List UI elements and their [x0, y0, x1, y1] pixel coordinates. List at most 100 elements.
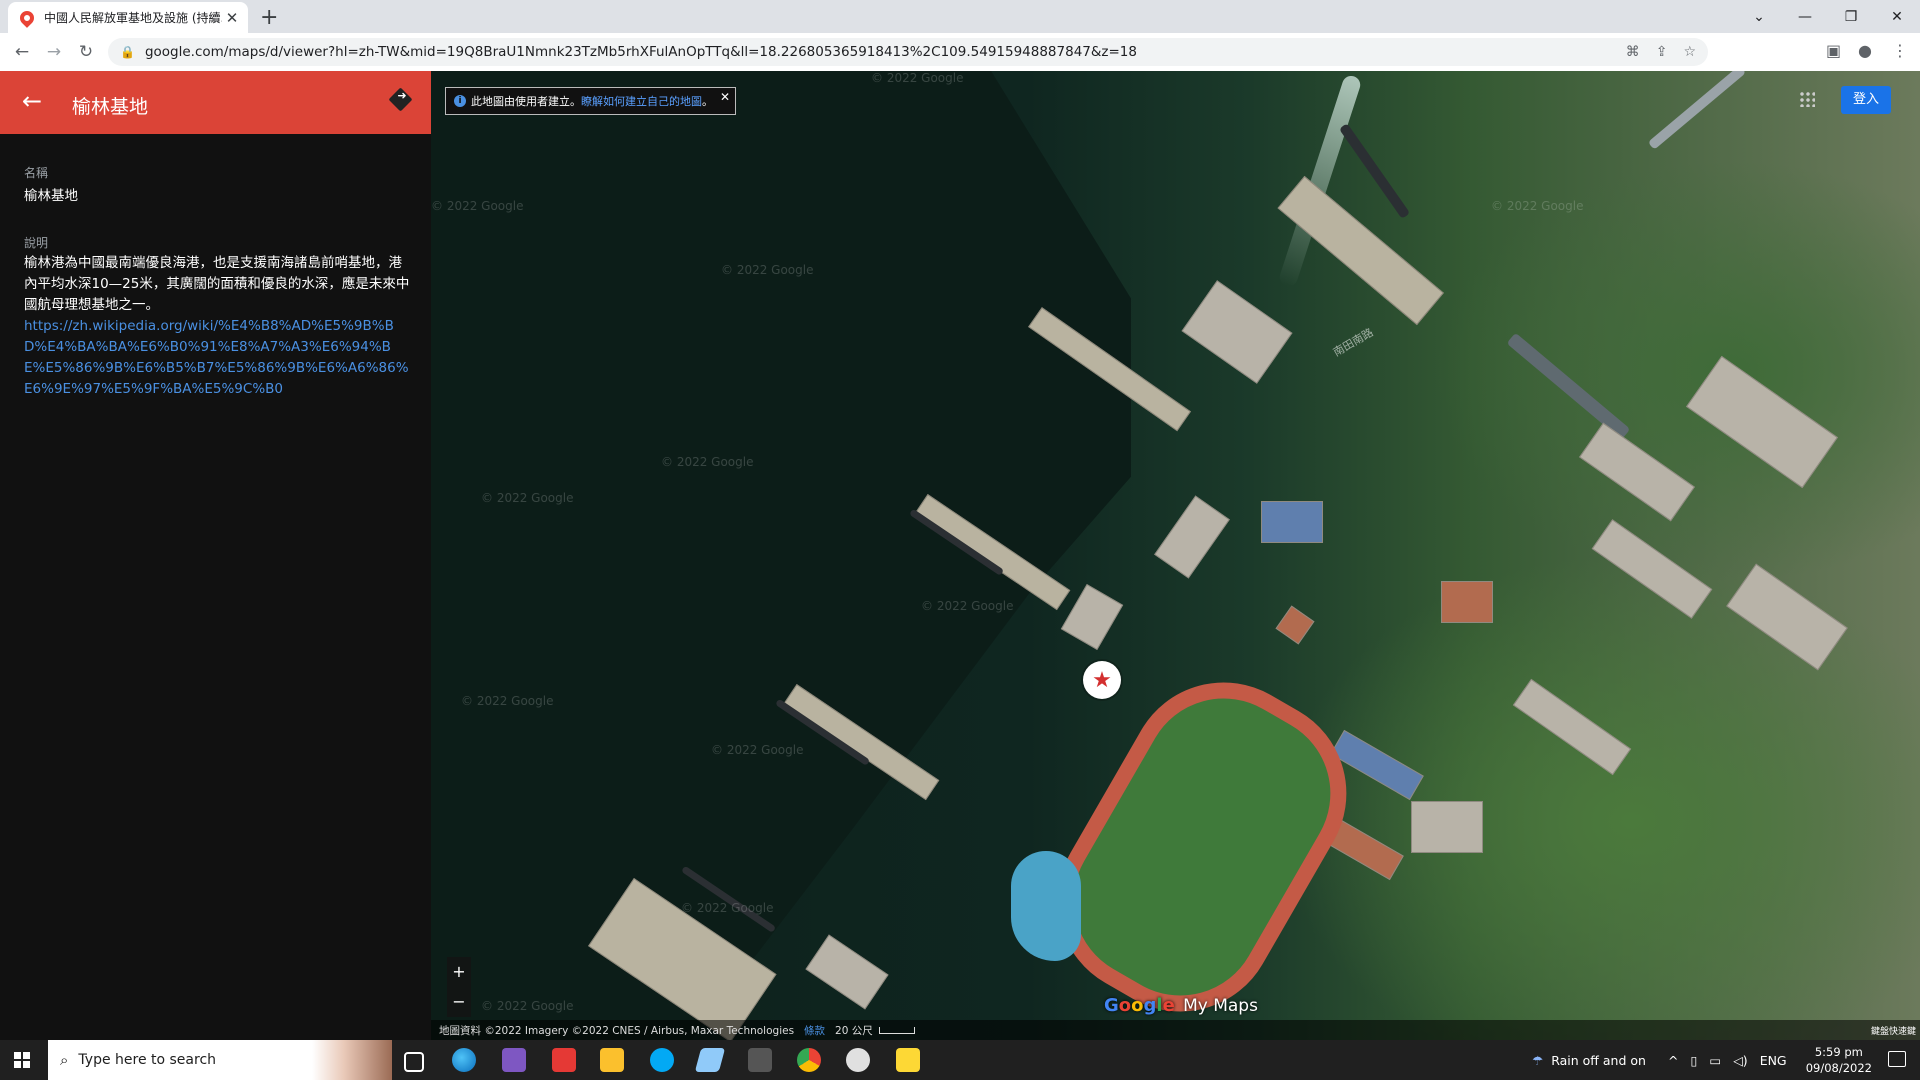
- directions-icon[interactable]: [388, 87, 413, 112]
- clock-date: 09/08/2022: [1805, 1061, 1872, 1075]
- map-watermark: © 2022 Google: [431, 199, 524, 213]
- anydesk-icon[interactable]: [552, 1048, 576, 1072]
- sign-in-button[interactable]: 登入: [1841, 86, 1891, 114]
- map-watermark: © 2022 Google: [481, 491, 574, 505]
- map-footer: 地圖資料 ©2022 Imagery ©2022 CNES / Airbus, …: [431, 1020, 1920, 1040]
- side-panel-icon[interactable]: ▣: [1826, 41, 1841, 60]
- tab-title: 中國人民解放軍基地及設施 (持續...: [44, 11, 222, 25]
- map-watermark: © 2022 Google: [481, 999, 574, 1013]
- browser-menu-icon[interactable]: ⋮: [1892, 41, 1908, 60]
- create-map-link[interactable]: 瞭解如何建立自己的地圖: [581, 93, 702, 109]
- wikipedia-link[interactable]: https://zh.wikipedia.org/wiki/%E4%B8%AD%…: [24, 316, 412, 400]
- sticky-notes-icon[interactable]: [896, 1048, 920, 1072]
- zoom-out-button[interactable]: −: [447, 987, 471, 1017]
- building: [1060, 583, 1124, 651]
- notification-icon[interactable]: [1888, 1051, 1906, 1067]
- map-watermark: © 2022 Google: [661, 455, 754, 469]
- zoom-in-button[interactable]: +: [447, 957, 471, 987]
- info-icon: i: [454, 95, 466, 107]
- minimize-icon[interactable]: —: [1782, 0, 1828, 33]
- building: [1591, 519, 1713, 619]
- tab-search-chevron-icon[interactable]: ⌄: [1736, 0, 1782, 33]
- map-watermark: © 2022 Google: [711, 743, 804, 757]
- description-body: 榆林港為中國最南端優良海港，也是支援南海諸島前哨基地，港內平均水深10—25米，…: [24, 253, 412, 400]
- forward-nav-icon[interactable]: →: [42, 41, 66, 63]
- place-details-panel: ← 榆林基地 名稱 榆林基地 說明 榆林港為中國最南端優良海港，也是支援南海諸島…: [0, 71, 431, 1040]
- notice-close-icon[interactable]: ✕: [720, 90, 730, 104]
- windows-taskbar: ⌕ Type here to search ☂ Rain off and on …: [0, 1040, 1920, 1080]
- scale-bar: 20 公尺: [835, 1023, 915, 1038]
- notice-text: 此地圖由使用者建立。: [471, 95, 581, 108]
- map-watermark: © 2022 Google: [681, 901, 774, 915]
- translate-icon[interactable]: ⌘: [1626, 44, 1640, 60]
- browser-tab[interactable]: 中國人民解放軍基地及設施 (持續... ✕: [8, 2, 248, 33]
- back-arrow-icon[interactable]: ←: [22, 87, 42, 115]
- snipping-tool-icon[interactable]: [846, 1048, 870, 1072]
- map-attribution: 地圖資料 ©2022 Imagery ©2022 CNES / Airbus, …: [439, 1024, 795, 1037]
- tab-close-icon[interactable]: ✕: [222, 9, 242, 27]
- warship: [1506, 332, 1631, 440]
- map-watermark: © 2022 Google: [721, 263, 814, 277]
- star-marker-icon[interactable]: ★: [1083, 661, 1121, 699]
- visual-studio-icon[interactable]: [502, 1048, 526, 1072]
- warship: [1338, 123, 1411, 219]
- back-nav-icon[interactable]: ←: [10, 41, 34, 63]
- usb-icon[interactable]: ▯: [1690, 1053, 1697, 1068]
- map-watermark: © 2022 Google: [1491, 199, 1584, 213]
- map-watermark: © 2022 Google: [921, 599, 1014, 613]
- description-label: 說明: [24, 236, 49, 250]
- building: [1411, 801, 1483, 853]
- windows-start-icon[interactable]: [14, 1052, 30, 1068]
- url-text: google.com/maps/d/viewer?hl=zh-TW&mid=19…: [144, 44, 1137, 60]
- system-tray: ^ ▯ ▭ ◁) ENG: [1668, 1040, 1787, 1080]
- place-title: 榆林基地: [72, 96, 149, 118]
- language-indicator[interactable]: ENG: [1760, 1053, 1787, 1068]
- task-view-icon[interactable]: [404, 1052, 424, 1072]
- zoom-control: + −: [447, 957, 471, 1017]
- share-icon[interactable]: ⇪: [1656, 44, 1668, 60]
- building: [1512, 678, 1632, 776]
- reload-icon[interactable]: ↻: [74, 41, 98, 63]
- apps-grid-icon[interactable]: [1799, 91, 1815, 107]
- warship: [1647, 71, 1747, 150]
- running-track: [1022, 647, 1382, 1040]
- scale-label: 20 公尺: [835, 1024, 873, 1037]
- keyboard-shortcuts-label[interactable]: 鍵盤快速鍵: [1871, 1024, 1916, 1037]
- weather-text: Rain off and on: [1551, 1052, 1646, 1068]
- user-map-notice: i 此地圖由使用者建立。 瞭解如何建立自己的地圖 。 ✕: [445, 87, 736, 115]
- chrome-icon[interactable]: [797, 1048, 821, 1072]
- edge-browser-icon[interactable]: [452, 1048, 476, 1072]
- maps-favicon-icon: [17, 7, 37, 28]
- clock[interactable]: 5:59 pm 09/08/2022: [1806, 1044, 1872, 1076]
- browser-tab-strip: 中國人民解放軍基地及設施 (持續... ✕ + ⌄ — ❐ ✕: [0, 0, 1920, 33]
- name-label: 名稱: [24, 166, 49, 180]
- rain-cloud-icon: ☂: [1532, 1052, 1544, 1068]
- terms-link[interactable]: 條款: [804, 1023, 825, 1038]
- pen-app-icon[interactable]: [694, 1048, 726, 1072]
- file-explorer-icon[interactable]: [600, 1048, 624, 1072]
- volume-icon[interactable]: ◁): [1733, 1053, 1748, 1068]
- profile-avatar-icon[interactable]: ●: [1858, 41, 1872, 60]
- satellite-map[interactable]: © 2022 Google © 2022 Google © 2022 Googl…: [431, 71, 1920, 1040]
- network-icon[interactable]: ▭: [1709, 1053, 1721, 1068]
- new-tab-icon[interactable]: +: [260, 5, 278, 30]
- chevron-up-icon[interactable]: ^: [1668, 1053, 1678, 1068]
- taskbar-search-box[interactable]: ⌕ Type here to search: [48, 1040, 392, 1080]
- restore-icon[interactable]: ❐: [1828, 0, 1874, 33]
- my-maps-label: My Maps: [1183, 996, 1258, 1016]
- search-placeholder: Type here to search: [78, 1052, 217, 1068]
- window-close-icon[interactable]: ✕: [1874, 0, 1920, 33]
- map-watermark: © 2022 Google: [871, 71, 964, 85]
- address-bar[interactable]: 🔒 google.com/maps/d/viewer?hl=zh-TW&mid=…: [108, 38, 1708, 66]
- weather-widget[interactable]: ☂ Rain off and on: [1532, 1040, 1646, 1080]
- building: [1261, 501, 1323, 543]
- building: [1154, 495, 1230, 579]
- building: [1441, 581, 1493, 623]
- skype-icon[interactable]: [650, 1048, 674, 1072]
- bookmark-star-icon[interactable]: ☆: [1683, 44, 1696, 60]
- terminal-icon[interactable]: [748, 1048, 772, 1072]
- panel-header: ← 榆林基地: [0, 71, 431, 134]
- building: [1686, 355, 1838, 489]
- search-icon: ⌕: [60, 1051, 69, 1069]
- swimming-pool: [1011, 851, 1081, 961]
